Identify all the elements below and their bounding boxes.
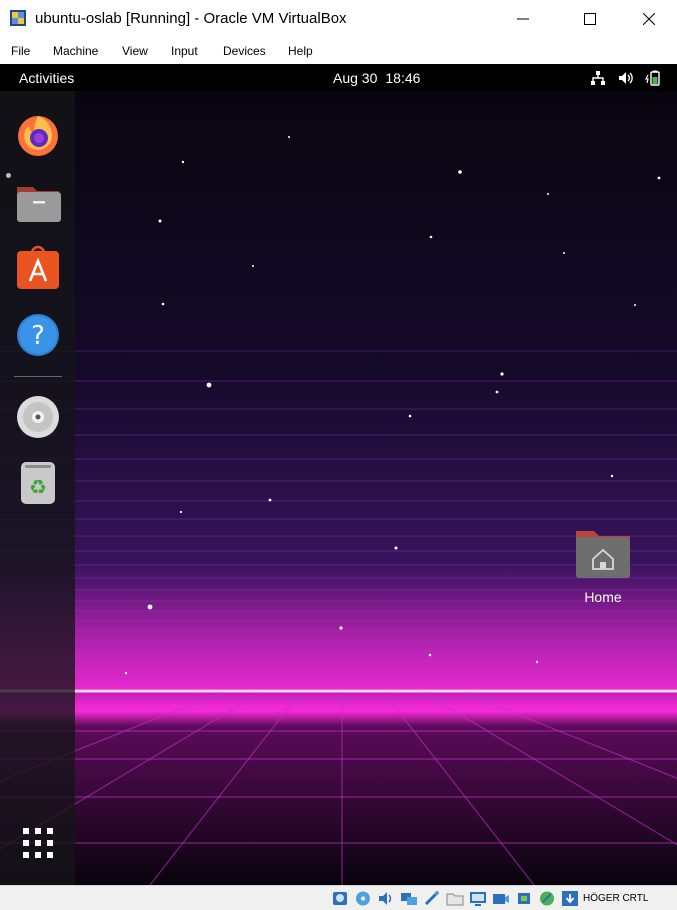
shared-folders-icon[interactable]	[446, 890, 464, 907]
trash-icon: ♻	[21, 462, 55, 504]
home-desktop-icon[interactable]: Home	[570, 523, 636, 611]
home-folder-icon	[576, 531, 630, 578]
svg-text:♻: ♻	[29, 475, 47, 499]
help-icon: ?	[17, 314, 59, 356]
svg-text:?: ?	[31, 321, 45, 351]
mouse-integration-icon[interactable]	[538, 890, 556, 907]
guest-screen[interactable]: Activities Aug 30 18:46 Home ? ♻	[0, 64, 677, 885]
vm-status-bar: HÖGER CRTL	[0, 885, 677, 910]
dock-firefox[interactable]	[13, 110, 63, 160]
activities-button[interactable]: Activities	[19, 70, 74, 86]
keyboard-icon[interactable]	[561, 890, 579, 907]
close-icon	[643, 13, 655, 25]
menu-devices[interactable]: Devices	[223, 44, 266, 58]
dock-separator	[14, 376, 62, 377]
menu-file[interactable]: File	[11, 44, 30, 58]
menu-machine[interactable]: Machine	[53, 44, 98, 58]
battery-icon[interactable]	[645, 69, 663, 87]
close-button[interactable]	[626, 0, 672, 38]
dock-files[interactable]	[13, 177, 63, 227]
recording-icon[interactable]	[492, 890, 510, 907]
home-label: Home	[584, 589, 622, 605]
optical-drive-icon[interactable]	[354, 890, 372, 907]
dock-app-center[interactable]	[13, 243, 63, 293]
minimize-icon	[517, 18, 529, 20]
files-icon	[17, 187, 61, 222]
maximize-icon	[584, 13, 596, 25]
clock[interactable]: Aug 30 18:46	[333, 70, 420, 86]
hard-disk-icon[interactable]	[331, 890, 349, 907]
running-indicator	[6, 173, 11, 178]
volume-icon[interactable]	[617, 69, 635, 87]
minimize-button[interactable]	[500, 0, 546, 38]
app-center-icon	[17, 245, 59, 289]
virtualbox-icon	[10, 10, 26, 26]
dock-show-apps[interactable]	[13, 818, 63, 868]
menu-view[interactable]: View	[122, 44, 148, 58]
window-titlebar[interactable]: ubuntu-oslab [Running] - Oracle VM Virtu…	[0, 0, 677, 38]
maximize-button[interactable]	[567, 0, 613, 38]
gnome-top-bar: Activities Aug 30 18:46	[0, 64, 677, 91]
dock-cd-drive[interactable]	[13, 392, 63, 442]
firefox-icon	[18, 116, 58, 156]
clock-time: 18:46	[385, 70, 421, 86]
host-key-label[interactable]: HÖGER CRTL	[583, 893, 648, 904]
network-status-icon[interactable]	[400, 890, 418, 907]
dock: ? ♻	[0, 91, 75, 885]
audio-icon[interactable]	[377, 890, 395, 907]
menu-bar: File Machine View Input Devices Help	[0, 38, 677, 64]
network-icon[interactable]	[589, 69, 607, 87]
desktop[interactable]: Home	[0, 91, 677, 885]
cpu-icon[interactable]	[515, 890, 533, 907]
cd-drive-icon	[17, 396, 59, 438]
dock-help[interactable]: ?	[13, 310, 63, 360]
dock-trash[interactable]: ♻	[13, 458, 63, 508]
window-title: ubuntu-oslab [Running] - Oracle VM Virtu…	[35, 10, 347, 27]
usb-icon[interactable]	[423, 890, 441, 907]
menu-help[interactable]: Help	[288, 44, 313, 58]
clock-date: Aug 30	[333, 70, 378, 86]
display-icon[interactable]	[469, 890, 487, 907]
show-apps-icon	[23, 828, 53, 858]
menu-input[interactable]: Input	[171, 44, 198, 58]
wallpaper	[0, 91, 677, 885]
